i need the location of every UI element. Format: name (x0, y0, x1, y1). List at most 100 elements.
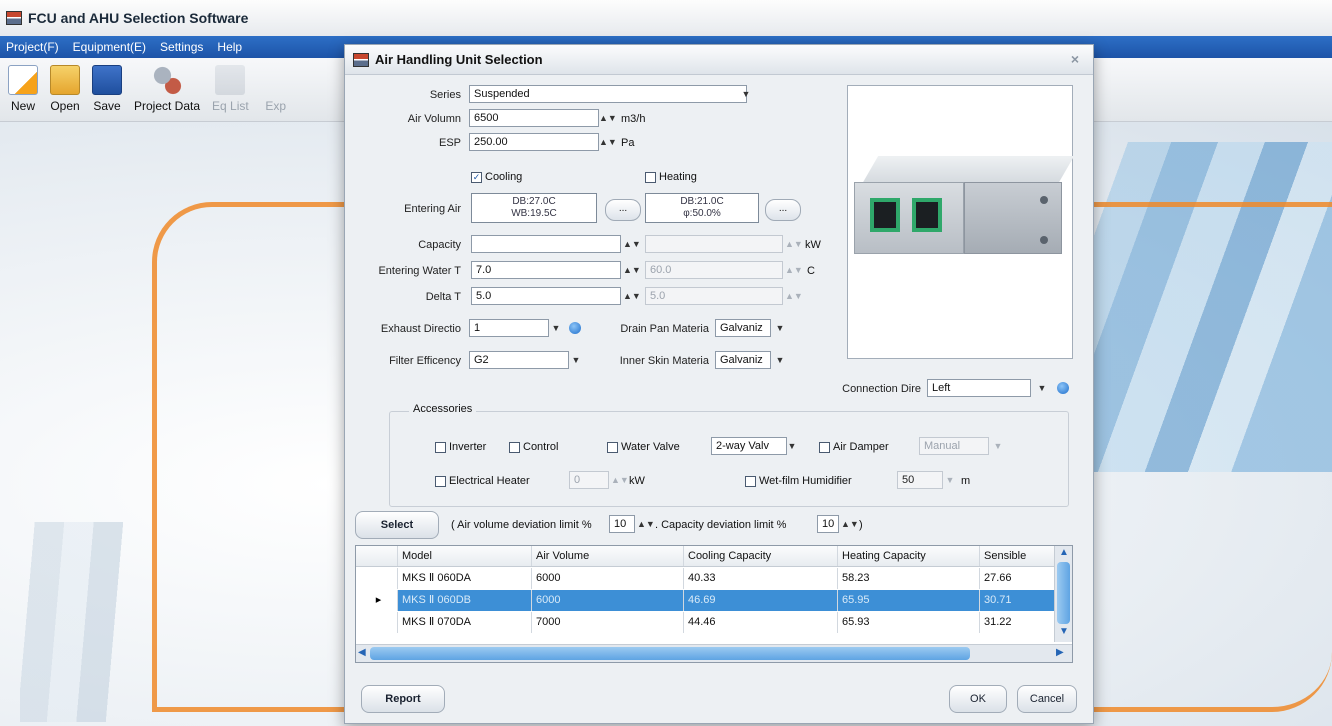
table-row[interactable]: MKS Ⅱ 070DA 7000 44.46 65.93 31.22 (356, 612, 1056, 633)
scroll-down-icon[interactable]: ▼ (1059, 626, 1069, 637)
chevron-down-icon[interactable]: ▼ (785, 437, 799, 455)
scrollbar-thumb[interactable] (1057, 562, 1070, 624)
new-button[interactable]: New (8, 65, 38, 113)
app-title: FCU and AHU Selection Software (28, 10, 249, 26)
report-button[interactable]: Report (361, 685, 445, 713)
esp-stepper[interactable]: ▲▼ (599, 133, 617, 151)
column-header-heating-capacity[interactable]: Heating Capacity (838, 546, 980, 566)
info-icon[interactable] (569, 322, 581, 334)
floppy-disk-icon (92, 65, 122, 95)
heating-delta-t-stepper[interactable]: ▲▼ (785, 287, 803, 305)
humidifier-select[interactable]: 50 (897, 471, 943, 489)
checkbox-unchecked-icon (435, 475, 446, 487)
air-deviation-input[interactable]: 10 (609, 515, 635, 533)
table-row-selected[interactable]: ▸ MKS Ⅱ 060DB 6000 46.69 65.95 30.71 (356, 590, 1056, 611)
electrical-heater-checkbox[interactable]: Electrical Heater (435, 475, 530, 487)
checkbox-unchecked-icon (607, 441, 618, 453)
ok-button[interactable]: OK (949, 685, 1007, 713)
scroll-right-icon[interactable]: ▶ (1056, 647, 1064, 658)
menu-project[interactable]: Project(F) (6, 40, 59, 54)
water-valve-checkbox[interactable]: Water Valve (607, 441, 680, 453)
humidifier-checkbox[interactable]: Wet-film Humidifier (745, 475, 852, 487)
cooling-delta-t-input[interactable]: 5.0 (471, 287, 621, 305)
heating-water-temp-stepper[interactable]: ▲▼ (785, 261, 803, 279)
chevron-down-icon[interactable]: ▼ (773, 319, 787, 337)
inner-skin-select[interactable]: Galvaniz (715, 351, 771, 369)
export-button[interactable]: Exp (261, 65, 291, 113)
heater-power-input[interactable]: 0 (569, 471, 609, 489)
cooling-delta-t-stepper[interactable]: ▲▼ (623, 287, 641, 305)
select-button[interactable]: Select (355, 511, 439, 539)
cooling-air-picker-button[interactable]: ... (605, 199, 641, 221)
heating-air-picker-button[interactable]: ... (765, 199, 801, 221)
eq-list-button[interactable]: Eq List (212, 65, 249, 113)
heating-delta-t-input[interactable]: 5.0 (645, 287, 783, 305)
cooling-water-temp-input[interactable]: 7.0 (471, 261, 621, 279)
esp-input[interactable]: 250.00 (469, 133, 599, 151)
cell-model: MKS Ⅱ 060DA (398, 568, 532, 589)
filter-efficiency-select[interactable]: G2 (469, 351, 569, 369)
menu-settings[interactable]: Settings (160, 40, 203, 54)
results-table[interactable]: Model Air Volume Cooling Capacity Heatin… (355, 545, 1073, 663)
valve-type-select[interactable]: 2-way Valv (711, 437, 787, 455)
cooling-water-temp-stepper[interactable]: ▲▼ (623, 261, 641, 279)
column-header-model[interactable]: Model (398, 546, 532, 566)
cooling-db-value: DB:27.0C (512, 196, 556, 207)
scroll-left-icon[interactable]: ◀ (358, 647, 366, 658)
column-header-sensible[interactable]: Sensible (980, 546, 1056, 566)
heater-power-stepper[interactable]: ▲▼ (611, 471, 629, 489)
cancel-button[interactable]: Cancel (1017, 685, 1077, 713)
esp-unit: Pa (621, 137, 635, 149)
chevron-down-icon[interactable]: ▼ (773, 351, 787, 369)
heating-checkbox[interactable]: Heating (645, 171, 697, 183)
cell-sensible: 31.22 (984, 616, 1012, 628)
menu-help[interactable]: Help (217, 40, 242, 54)
scroll-up-icon[interactable]: ▲ (1059, 547, 1069, 558)
cooling-capacity-stepper[interactable]: ▲▼ (623, 235, 641, 253)
checkbox-checked-icon: ✓ (471, 171, 482, 183)
air-deviation-stepper[interactable]: ▲▼ (637, 515, 655, 533)
cooling-checkbox[interactable]: ✓ Cooling (471, 171, 522, 183)
column-header-air-volume[interactable]: Air Volume (532, 546, 684, 566)
cooling-capacity-input[interactable] (471, 235, 621, 253)
damper-type-select[interactable]: Manual (919, 437, 989, 455)
control-checkbox[interactable]: Control (509, 441, 558, 453)
open-button[interactable]: Open (50, 65, 80, 113)
chevron-down-icon[interactable]: ▼ (569, 351, 583, 369)
heating-water-temp-input[interactable]: 60.0 (645, 261, 783, 279)
project-data-button[interactable]: Project Data (134, 65, 200, 113)
air-volume-stepper[interactable]: ▲▼ (599, 109, 617, 127)
air-damper-checkbox[interactable]: Air Damper (819, 441, 889, 453)
heating-capacity-stepper[interactable]: ▲▼ (785, 235, 803, 253)
series-select[interactable]: Suspended (469, 85, 747, 103)
tools-icon (152, 65, 183, 95)
column-header-cooling-capacity[interactable]: Cooling Capacity (684, 546, 838, 566)
scrollbar-thumb[interactable] (370, 647, 970, 660)
chevron-down-icon[interactable]: ▼ (739, 85, 753, 103)
save-button[interactable]: Save (92, 65, 122, 113)
chevron-down-icon[interactable]: ▼ (943, 471, 957, 489)
air-volume-label: Air Volumn (407, 113, 461, 125)
chevron-down-icon[interactable]: ▼ (1035, 379, 1049, 397)
vertical-scrollbar[interactable]: ▲ ▼ (1054, 546, 1072, 642)
drain-pan-select[interactable]: Galvaniz (715, 319, 771, 337)
air-volume-input[interactable]: 6500 (469, 109, 599, 127)
inner-skin-label: Inner Skin Materia (619, 355, 709, 367)
capacity-deviation-input[interactable]: 10 (817, 515, 839, 533)
heating-capacity-input[interactable] (645, 235, 783, 253)
info-icon[interactable] (1057, 382, 1069, 394)
export-label: Exp (265, 99, 287, 113)
capacity-deviation-stepper[interactable]: ▲▼ (841, 515, 859, 533)
table-row[interactable]: MKS Ⅱ 060DA 6000 40.33 58.23 27.66 (356, 568, 1056, 589)
cell-heating-capacity: 65.93 (838, 612, 980, 633)
close-icon[interactable]: × (1071, 51, 1079, 67)
menu-equipment[interactable]: Equipment(E) (73, 40, 146, 54)
chevron-down-icon[interactable]: ▼ (991, 437, 1005, 455)
connection-direction-select[interactable]: Left (927, 379, 1031, 397)
chevron-down-icon[interactable]: ▼ (549, 319, 563, 337)
horizontal-scrollbar[interactable]: ◀ ▶ (356, 644, 1072, 662)
inverter-checkbox[interactable]: Inverter (435, 441, 486, 453)
checkbox-unchecked-icon (745, 475, 756, 487)
exhaust-direction-select[interactable]: 1 (469, 319, 549, 337)
capacity-deviation-label: . Capacity deviation limit % (655, 519, 787, 531)
